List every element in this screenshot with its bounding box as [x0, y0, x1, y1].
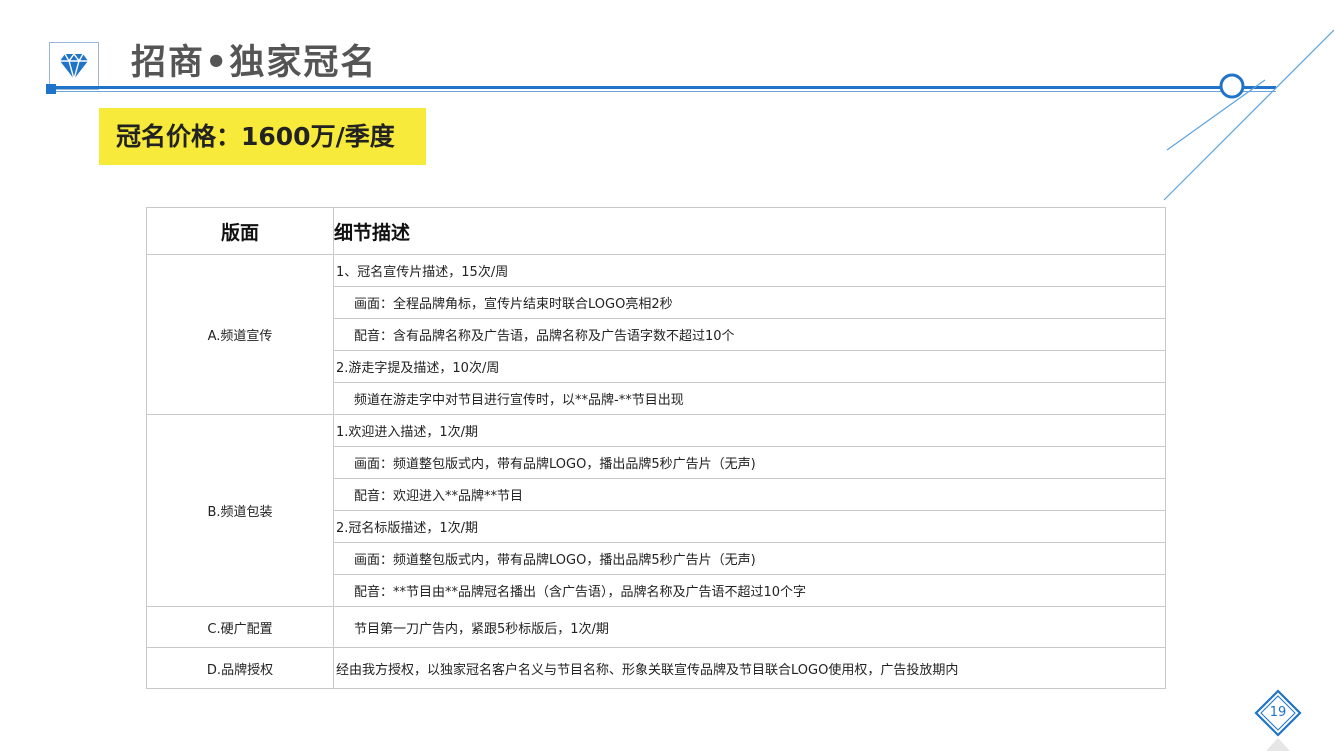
detail-line: 配音：**节目由**品牌冠名播出（含广告语），品牌名称及广告语不超过10个字 — [354, 585, 807, 600]
section-b-name: B.频道包装 — [146, 414, 334, 607]
header-layout: 版面 — [146, 207, 334, 255]
table-row: D.品牌授权 经由我方授权，以独家冠名客户名义与节目名称、形象关联宣传品牌及节目… — [146, 647, 1166, 689]
logo-accent-square — [46, 84, 56, 94]
section-d-name: D.品牌授权 — [146, 647, 334, 689]
detail-line: 画面：频道整包版式内，带有品牌LOGO，播出品牌5秒广告片（无声) — [354, 457, 756, 472]
header-divider-thin — [56, 91, 1276, 92]
footer-shadow — [1266, 738, 1290, 751]
circle-node-icon — [1219, 73, 1245, 99]
detail-line: 配音：欢迎进入**品牌**节目 — [354, 489, 524, 504]
table-header-row: 版面 细节描述 — [146, 207, 1166, 255]
slide: 招商•独家冠名 冠名价格：1600万/季度 版面 细节描述 A.频道宣传 1、冠… — [0, 0, 1334, 751]
table-row: C.硬广配置 节目第一刀广告内，紧跟5秒标版后，1次/期 — [146, 606, 1166, 648]
detail-line: 画面：频道整包版式内，带有品牌LOGO，播出品牌5秒广告片（无声) — [354, 553, 756, 568]
detail-line: 1、冠名宣传片描述，15次/周 — [336, 265, 509, 280]
diamond-icon — [60, 52, 88, 80]
detail-line: 2.游走字提及描述，10次/周 — [336, 361, 500, 376]
table-row: B.频道包装 1.欢迎进入描述，1次/期 — [146, 414, 1166, 607]
detail-line: 画面：全程品牌角标，宣传片结束时联合LOGO亮相2秒 — [354, 297, 673, 312]
detail-line: 经由我方授权，以独家冠名客户名义与节目名称、形象关联宣传品牌及节目联合LOGO使… — [336, 662, 959, 678]
table-row: A.频道宣传 1、冠名宣传片描述，15次/周 — [146, 254, 1166, 415]
detail-line: 2.冠名标版描述，1次/期 — [336, 521, 479, 536]
detail-line: 节目第一刀广告内，紧跟5秒标版后，1次/期 — [354, 621, 609, 637]
page-title: 招商•独家冠名 — [131, 43, 378, 83]
page-number: 19 — [1269, 705, 1287, 720]
detail-line: 频道在游走字中对节目进行宣传时，以**品牌-**节目出现 — [354, 393, 684, 408]
section-c-name: C.硬广配置 — [146, 606, 334, 648]
price-banner: 冠名价格：1600万/季度 — [99, 108, 426, 165]
decorative-lines — [1163, 29, 1334, 201]
detail-line: 配音：含有品牌名称及广告语，品牌名称及广告语字数不超过10个 — [354, 329, 735, 344]
header-divider — [56, 86, 1276, 89]
section-a-name: A.频道宣传 — [146, 254, 334, 415]
header-details: 细节描述 — [333, 207, 1166, 255]
detail-line: 1.欢迎进入描述，1次/期 — [336, 425, 479, 440]
logo-box — [49, 42, 99, 90]
detail-table: 版面 细节描述 A.频道宣传 1、冠名宣传片描述，15次/周 画面：全程品牌角标… — [146, 207, 1166, 689]
